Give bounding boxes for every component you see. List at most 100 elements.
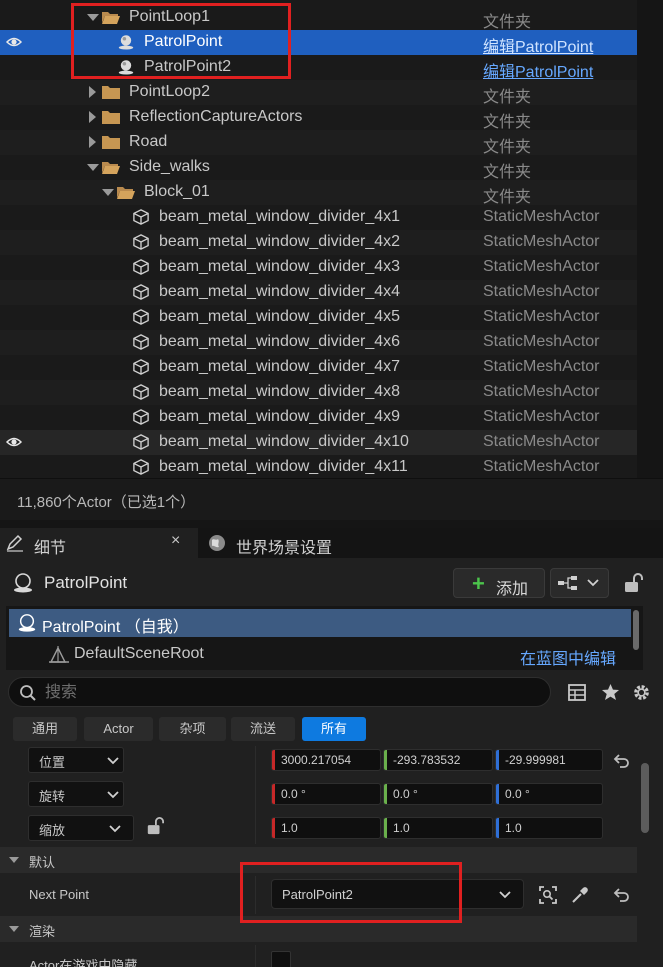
chevron-down-icon [587, 579, 599, 587]
component-root-row[interactable]: PatrolPoint （自我） [9, 609, 631, 637]
outliner-row[interactable]: PointLoop2 文件夹 [0, 80, 637, 106]
filter-general[interactable]: 通用 [13, 717, 77, 741]
outliner-row[interactable]: beam_metal_window_divider_4x5 StaticMeshA… [0, 305, 637, 330]
component-tree-scrollbar[interactable] [633, 610, 639, 650]
chevron-down-icon [499, 891, 511, 899]
z-axis-bar [496, 818, 499, 838]
outliner-row[interactable]: beam_metal_window_divider_4x7 StaticMeshA… [0, 355, 637, 380]
static-mesh-icon [133, 459, 149, 475]
location-y-field[interactable]: -293.783532 [383, 749, 493, 771]
scale-x-field[interactable]: 1.0 [271, 817, 381, 839]
outliner-item-type: StaticMeshActor [483, 333, 600, 350]
scale-z-field[interactable]: 1.0 [495, 817, 603, 839]
component-child-label: DefaultSceneRoot [74, 645, 204, 662]
y-axis-bar [384, 750, 387, 770]
location-z-field[interactable]: -29.999981 [495, 749, 603, 771]
outliner-row[interactable]: beam_metal_window_divider_4x2 StaticMeshA… [0, 230, 637, 255]
collapse-arrow-icon[interactable] [102, 189, 114, 196]
filter-misc[interactable]: 杂项 [159, 717, 226, 741]
outliner-item-type: StaticMeshActor [483, 308, 600, 325]
edit-blueprint-link[interactable]: 编辑PatrolPoint [483, 58, 593, 82]
location-x-field[interactable]: 3000.217054 [271, 749, 381, 771]
section-rendering[interactable]: 渲染 [0, 916, 637, 942]
eyedropper-icon[interactable] [570, 885, 590, 905]
eye-visibility-icon[interactable] [6, 35, 22, 49]
actor-hidden-in-game-checkbox[interactable] [271, 951, 291, 967]
reset-location-icon[interactable] [612, 752, 630, 770]
expand-arrow-icon[interactable] [89, 111, 96, 123]
expand-arrow-icon[interactable] [89, 86, 96, 98]
outliner-row[interactable]: beam_metal_window_divider_4x11 StaticMesh… [0, 455, 637, 480]
outliner-row[interactable]: Road 文件夹 [0, 130, 637, 156]
outliner-row[interactable]: PatrolPoint2 编辑PatrolPoint [0, 55, 637, 82]
location-mode-dropdown[interactable]: 位置 [28, 747, 124, 773]
scale-y-field[interactable]: 1.0 [383, 817, 493, 839]
star-icon[interactable] [601, 683, 620, 701]
static-mesh-icon [133, 384, 149, 400]
reset-next-point-icon[interactable] [612, 886, 630, 904]
section-default[interactable]: 默认 [0, 847, 637, 873]
details-search-input[interactable] [45, 683, 525, 703]
rotation-x-field[interactable]: 0.0 ° [271, 783, 381, 805]
tab-details[interactable]: 细节 × [0, 528, 198, 558]
details-scrollbar[interactable] [641, 763, 649, 833]
property-column-divider [255, 876, 256, 914]
x-axis-bar [272, 750, 275, 770]
outliner-item-name: beam_metal_window_divider_4x6 [159, 333, 401, 350]
scale-x-value: 1.0 [281, 821, 298, 835]
outliner-row[interactable]: Side_walks 文件夹 [0, 155, 637, 181]
expand-arrow-icon[interactable] [89, 136, 96, 148]
details-panel: PatrolPoint + 添加 PatrolPoint （自我） Defaul… [0, 558, 663, 967]
filter-all[interactable]: 所有 [302, 717, 366, 741]
outliner-scroll-gutter [637, 0, 663, 478]
static-mesh-icon [133, 434, 149, 450]
eye-visibility-icon[interactable] [6, 435, 22, 449]
edit-blueprint-link[interactable]: 编辑PatrolPoint [483, 33, 593, 57]
collapse-arrow-icon[interactable] [87, 14, 99, 21]
outliner-row[interactable]: ReflectionCaptureActors 文件夹 [0, 105, 637, 131]
static-mesh-icon [133, 209, 149, 225]
rotation-z-field[interactable]: 0.0 ° [495, 783, 603, 805]
gear-icon[interactable] [632, 683, 651, 702]
outliner-item-name: beam_metal_window_divider_4x3 [159, 258, 401, 275]
tab-world-settings[interactable]: 世界场景设置 [198, 528, 378, 558]
static-mesh-icon [133, 259, 149, 275]
folder-open-icon [117, 187, 135, 199]
add-component-button[interactable]: + 添加 [453, 568, 545, 598]
outliner-row[interactable]: Block_01 文件夹 [0, 180, 637, 206]
outliner-item-name: ReflectionCaptureActors [129, 108, 303, 125]
rotation-mode-dropdown[interactable]: 旋转 [28, 781, 124, 807]
outliner-row[interactable]: beam_metal_window_divider_4x10 StaticMesh… [0, 430, 637, 455]
static-mesh-icon [133, 234, 149, 250]
outliner-row[interactable]: PointLoop1 文件夹 [0, 5, 637, 31]
table-view-icon[interactable] [568, 684, 586, 701]
outliner-row[interactable]: beam_metal_window_divider_4x3 StaticMeshA… [0, 255, 637, 280]
outliner-row[interactable]: beam_metal_window_divider_4x6 StaticMeshA… [0, 330, 637, 355]
scale-mode-dropdown[interactable]: 缩放 [28, 815, 134, 841]
outliner-row[interactable]: beam_metal_window_divider_4x4 StaticMeshA… [0, 280, 637, 305]
close-icon[interactable]: × [171, 532, 180, 550]
outliner-item-name: Block_01 [144, 183, 210, 200]
rotation-y-field[interactable]: 0.0 ° [383, 783, 493, 805]
outliner-row[interactable]: beam_metal_window_divider_4x8 StaticMeshA… [0, 380, 637, 405]
outliner-row[interactable]: PatrolPoint 编辑PatrolPoint [0, 30, 637, 57]
outliner-row[interactable]: beam_metal_window_divider_4x1 StaticMeshA… [0, 205, 637, 230]
scale-lock-icon[interactable] [146, 816, 164, 836]
panel-tab-bar: 细节 × 世界场景设置 [0, 528, 663, 558]
z-axis-bar [496, 750, 499, 770]
outliner-item-name: PatrolPoint2 [144, 58, 232, 75]
section-collapse-arrow-icon [9, 926, 19, 932]
folder-icon [102, 136, 120, 149]
outliner-row[interactable]: beam_metal_window_divider_4x9 StaticMeshA… [0, 405, 637, 430]
browse-to-asset-icon[interactable] [538, 885, 558, 905]
lock-open-icon[interactable] [623, 572, 643, 594]
next-point-selector[interactable]: PatrolPoint2 [271, 879, 524, 909]
collapse-arrow-icon[interactable] [87, 164, 99, 171]
scene-root-icon [49, 646, 69, 663]
filter-streaming[interactable]: 流送 [231, 717, 295, 741]
filter-actor[interactable]: Actor [84, 717, 153, 741]
next-point-value: PatrolPoint2 [282, 887, 353, 902]
blueprint-options-button[interactable] [550, 568, 609, 598]
edit-in-blueprint-link[interactable]: 在蓝图中编辑 [520, 645, 616, 669]
outliner-item-name: beam_metal_window_divider_4x7 [159, 358, 401, 375]
